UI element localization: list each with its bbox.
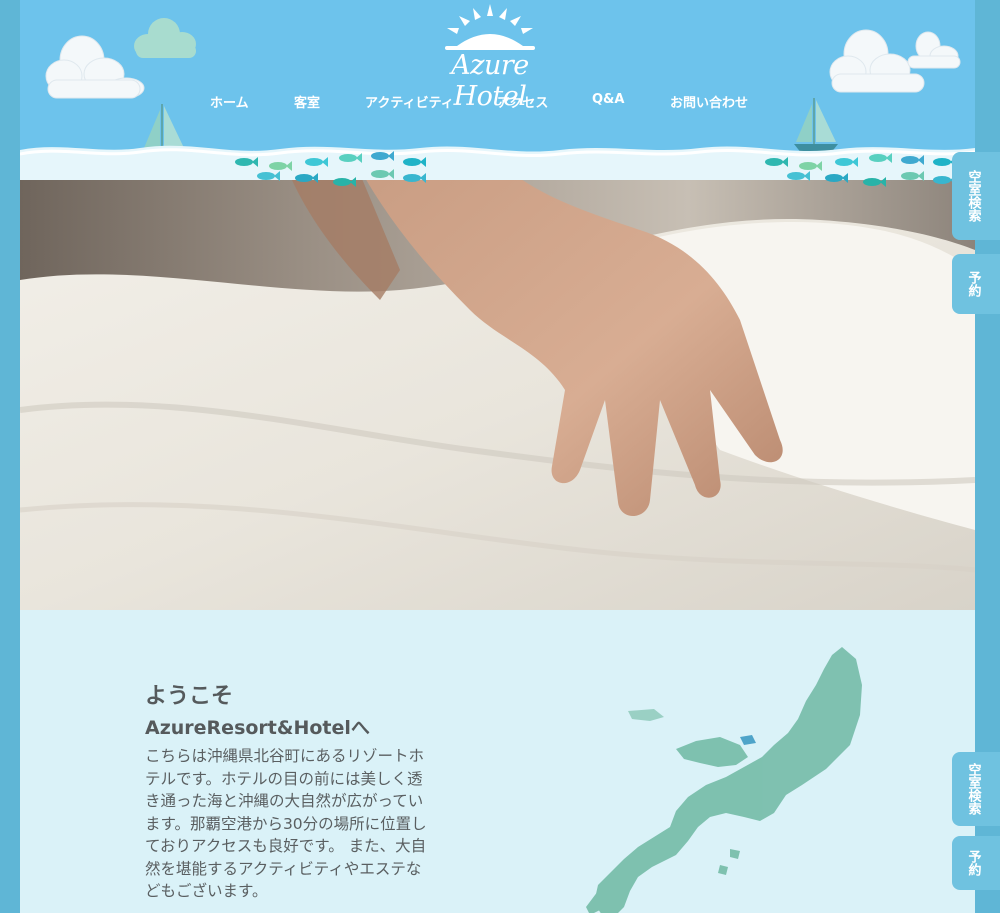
nav-item-activities[interactable]: アクティビティ — [365, 92, 454, 111]
welcome-section: ようこそ AzureResort&Hotelへ こちらは沖縄県北谷町にあるリゾー… — [145, 683, 445, 903]
hero-image — [20, 150, 975, 610]
nav-item-access[interactable]: アクセス — [497, 92, 548, 111]
welcome-body: こちらは沖縄県北谷町にあるリゾートホテルです。ホテルの目の前には美しく透き通った… — [145, 747, 427, 900]
sun-logo-icon — [445, 4, 535, 50]
nav-item-qa[interactable]: Q&A — [592, 92, 624, 107]
okinawa-map — [586, 647, 862, 913]
reservation-tab-top[interactable]: 予約 — [952, 254, 1000, 314]
nav-item-rooms[interactable]: 客室 — [294, 92, 320, 111]
cloud-right-small — [907, 31, 961, 69]
cloud-left-small — [134, 18, 196, 58]
welcome-title: ようこそ — [145, 684, 234, 709]
welcome-subtitle: AzureResort&Hotelへ — [145, 717, 370, 739]
fish-school-right-icon — [765, 153, 956, 187]
vacancy-search-tab-top[interactable]: 空室検索 — [952, 152, 1000, 240]
nav-item-home[interactable]: ホーム — [210, 92, 249, 111]
site-header: Azure Hotel ホーム 客室 アクティビティ アクセス Q&A お問い合… — [20, 0, 975, 187]
vacancy-search-tab-bottom[interactable]: 空室検索 — [952, 752, 1000, 826]
main-nav: ホーム 客室 アクティビティ アクセス Q&A お問い合わせ — [20, 92, 975, 112]
nav-item-contact[interactable]: お問い合わせ — [670, 92, 748, 111]
cloud-left-large — [45, 35, 145, 99]
fish-school-left-icon — [235, 151, 426, 187]
hotel-logo[interactable]: Azure Hotel — [415, 0, 565, 112]
hand-on-bed-sheet-photo — [20, 150, 975, 610]
reservation-tab-bottom[interactable]: 予約 — [952, 836, 1000, 890]
page: Azure Hotel ホーム 客室 アクティビティ アクセス Q&A お問い合… — [20, 0, 975, 913]
